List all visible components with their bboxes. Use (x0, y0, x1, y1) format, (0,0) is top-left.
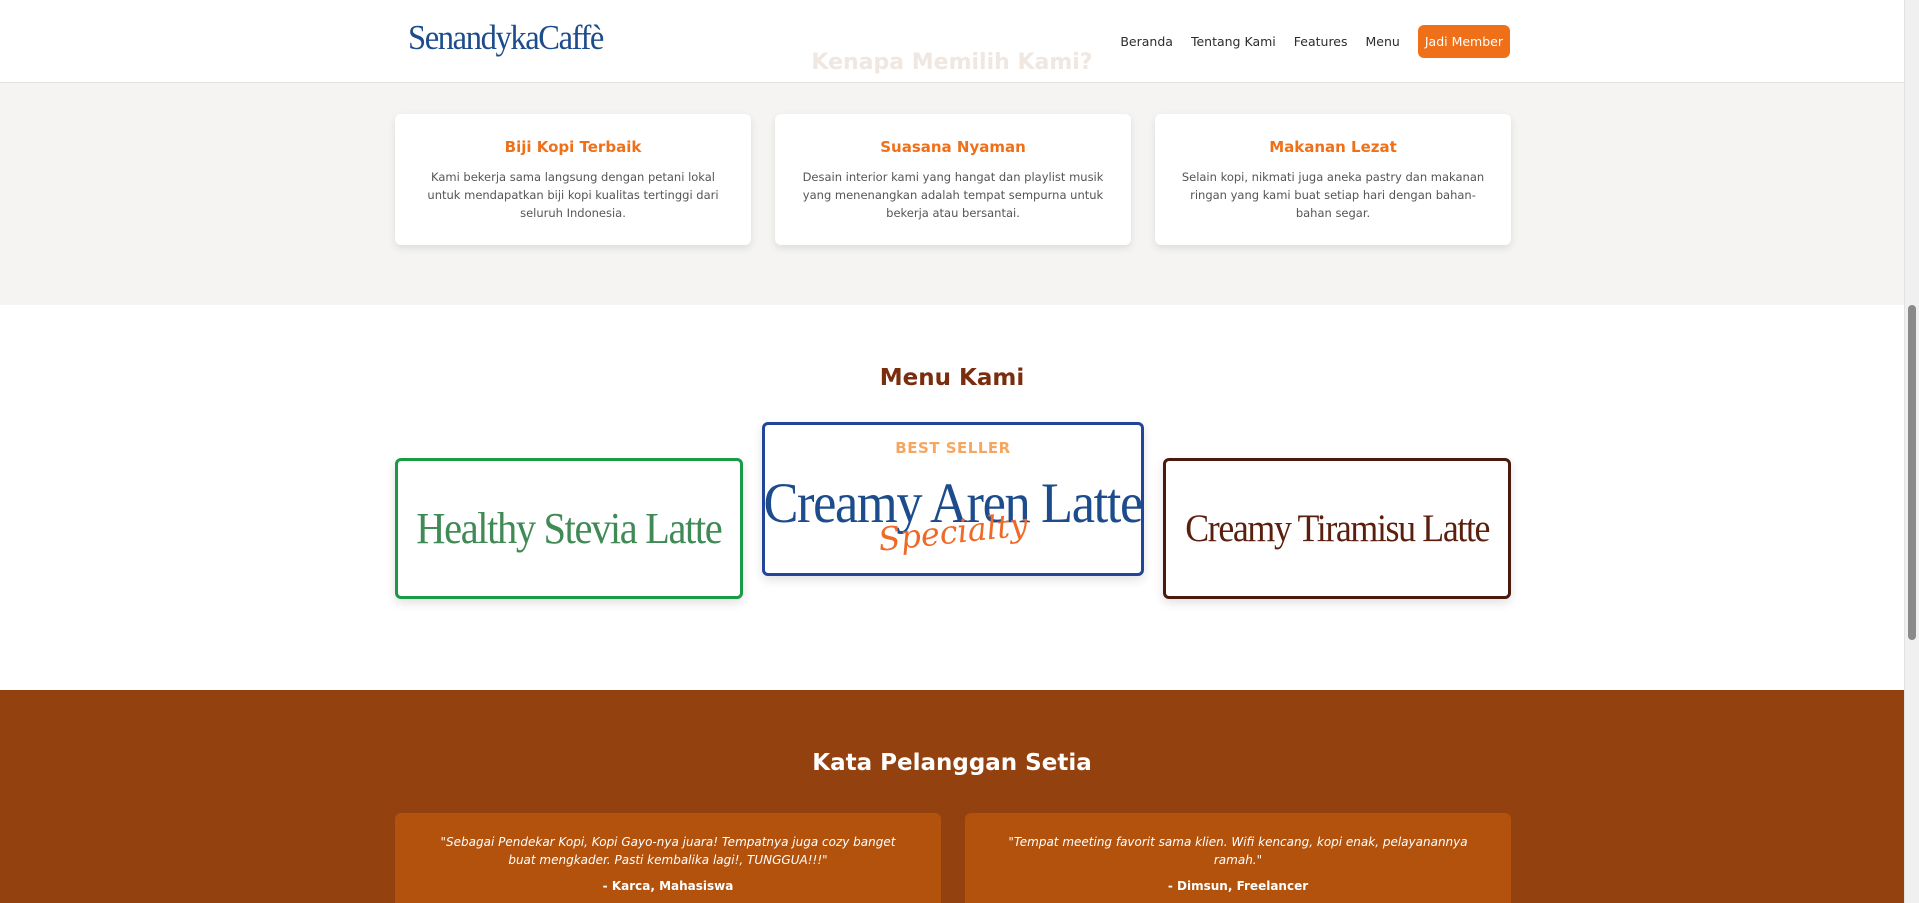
best-seller-badge: BEST SELLER (895, 439, 1011, 457)
feature-title: Suasana Nyaman (880, 138, 1026, 156)
nav-item-features[interactable]: Features (1294, 34, 1348, 49)
testimonial-quote: "Tempat meeting favorit sama klien. Wifi… (1008, 835, 1468, 867)
page-scrollbar[interactable] (1904, 0, 1919, 903)
menu-item-name: Healthy Stevia Latte (416, 504, 723, 553)
menu-title: Menu Kami (879, 365, 1025, 391)
menu-card-creamy-aren-latte[interactable]: BEST SELLER Creamy Aren Latte Specialty (762, 422, 1144, 576)
feature-desc: Kami bekerja sama langsung dengan petani… (427, 170, 719, 220)
feature-card: Makanan Lezat Selain kopi, nikmati juga … (1155, 114, 1511, 245)
nav-item-menu[interactable]: Menu (1366, 34, 1400, 49)
testimonial-author: - Dimsun, Freelancer (1167, 879, 1309, 893)
menu-card-creamy-tiramisu-latte[interactable]: Creamy Tiramisu Latte (1163, 458, 1511, 599)
feature-desc: Desain interior kami yang hangat dan pla… (802, 170, 1104, 220)
brand-logo[interactable]: SenandykaCaffè (408, 18, 604, 58)
join-member-button[interactable]: Jadi Member (1417, 25, 1510, 58)
testimonial-card: "Sebagai Pendekar Kopi, Kopi Gayo-nya ju… (395, 813, 941, 903)
feature-title: Biji Kopi Terbaik (504, 138, 642, 156)
menu-card-healthy-stevia-latte[interactable]: Healthy Stevia Latte (395, 458, 743, 599)
testimonial-author: - Karca, Mahasiswa (602, 879, 734, 893)
navbar (0, 0, 1904, 83)
scrollbar-thumb[interactable] (1908, 305, 1916, 640)
menu-item-name: Creamy Tiramisu Latte (1185, 507, 1490, 550)
features-section: Biji Kopi Terbaik Kami bekerja sama lang… (0, 83, 1904, 305)
feature-card: Biji Kopi Terbaik Kami bekerja sama lang… (395, 114, 751, 245)
feature-card: Suasana Nyaman Desain interior kami yang… (775, 114, 1131, 245)
testimonials-title: Kata Pelanggan Setia (812, 750, 1092, 776)
nav-item-beranda[interactable]: Beranda (1120, 34, 1173, 49)
nav-item-tentang-kami[interactable]: Tentang Kami (1191, 34, 1276, 49)
testimonial-quote: "Sebagai Pendekar Kopi, Kopi Gayo-nya ju… (440, 835, 896, 867)
page: Kenapa Memilih Kami? SenandykaCaffè Bera… (0, 0, 1904, 903)
menu-section: Menu Kami Healthy Stevia Latte BEST SELL… (0, 305, 1904, 690)
testimonial-card: "Tempat meeting favorit sama klien. Wifi… (965, 813, 1511, 903)
feature-desc: Selain kopi, nikmati juga aneka pastry d… (1181, 170, 1485, 220)
testimonials-section: Kata Pelanggan Setia "Sebagai Pendekar K… (0, 690, 1904, 903)
feature-title: Makanan Lezat (1269, 138, 1397, 156)
nav-links: Beranda Tentang Kami Features Menu Jadi … (1102, 25, 1510, 58)
